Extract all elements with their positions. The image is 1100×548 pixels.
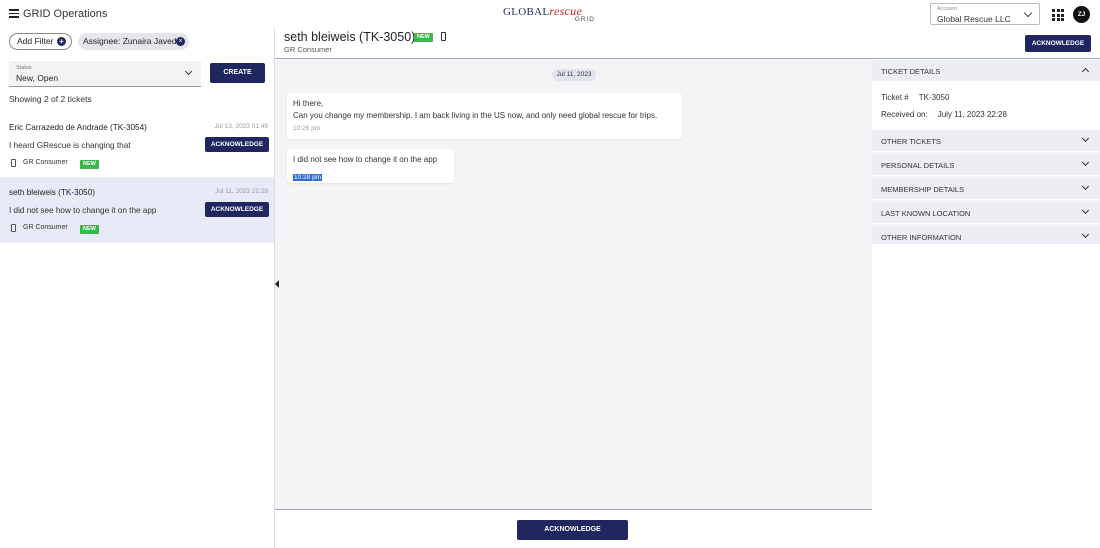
status-select[interactable]: Status New, Open (9, 61, 201, 87)
ticket-number-value: TK-3050 (918, 93, 950, 102)
new-badge: NEW (80, 160, 99, 169)
top-bar: GRID Operations GLOBALrescue GRID Accoun… (0, 0, 1100, 28)
chevron-down-icon (184, 67, 193, 76)
ticket-message: I heard GRescue is changing that (9, 141, 131, 150)
message-time: 10:26 pm (293, 125, 321, 132)
acknowledge-button[interactable]: ACKNOWLEDGE (1025, 35, 1091, 52)
section-membership-details[interactable]: MEMBERSHIP DETAILS (872, 178, 1100, 200)
conversation-footer: ACKNOWLEDGE (275, 509, 872, 548)
date-separator: Jul 11, 2023 (552, 69, 596, 81)
section-ticket-details[interactable]: TICKET DETAILS (872, 60, 1100, 82)
message-line: Hi there, (293, 99, 324, 108)
details-panel-empty (872, 244, 1100, 548)
add-filter-button[interactable]: Add Filter + (9, 33, 72, 50)
ticket-number-row: Ticket # TK-3050 (881, 93, 949, 102)
assignee-filter-chip[interactable]: Assignee: Zunaira Javed × (78, 33, 189, 50)
new-badge: NEW (414, 33, 433, 42)
chevron-down-icon (1081, 182, 1090, 191)
assignee-chip-label: Assignee: Zunaira Javed (83, 36, 177, 46)
phone-icon (441, 32, 446, 41)
received-on-label: Received on: (881, 110, 928, 119)
ticket-row[interactable]: Eric Carrazedo de Andrade (TK-3054) Jul … (0, 113, 274, 178)
app-title: GRID Operations (23, 8, 108, 20)
account-label: Account (937, 6, 957, 12)
account-select[interactable]: Account Global Rescue LLC (930, 3, 1040, 25)
global-rescue-logo: GLOBALrescue GRID (503, 4, 599, 26)
ticket-list-panel: Add Filter + Assignee: Zunaira Javed × S… (0, 28, 275, 548)
section-label: TICKET DETAILS (881, 67, 941, 76)
ticket-name: Eric Carrazedo de Andrade (TK-3054) (9, 123, 147, 132)
section-label: PERSONAL DETAILS (881, 161, 955, 170)
message-line: Can you change my membership. I am back … (293, 111, 658, 120)
account-value: Global Rescue LLC (937, 14, 1011, 24)
new-badge: NEW (80, 225, 99, 234)
section-label: OTHER INFORMATION (881, 233, 962, 242)
menu-icon[interactable] (9, 9, 19, 18)
chevron-down-icon (1023, 8, 1033, 18)
ticket-number-label: Ticket # (881, 93, 909, 102)
status-value: New, Open (16, 73, 59, 83)
add-filter-label: Add Filter (17, 36, 54, 46)
section-last-known-location[interactable]: LAST KNOWN LOCATION (872, 202, 1100, 224)
message-bubble: I did not see how to change it on the ap… (287, 149, 454, 183)
ticket-date: Jul 11, 2023 22:28 (214, 188, 268, 195)
acknowledge-button[interactable]: ACKNOWLEDGE (517, 520, 628, 540)
acknowledge-button[interactable]: ACKNOWLEDGE (205, 202, 269, 217)
status-label: Status (16, 65, 32, 71)
conversation-title: seth bleiweis (TK-3050) (284, 30, 416, 44)
chat-area[interactable]: Jul 11, 2023 Hi there, Can you change my… (275, 60, 872, 509)
phone-icon (11, 224, 16, 232)
plus-icon: + (57, 37, 66, 46)
section-label: LAST KNOWN LOCATION (881, 209, 971, 218)
received-on-value: July 11, 2023 22:28 (937, 110, 1007, 119)
section-other-tickets[interactable]: OTHER TICKETS (872, 130, 1100, 152)
conversation-subtitle: GR Consumer (284, 45, 332, 54)
ticket-date: Jul 13, 2023 01:49 (214, 123, 269, 130)
chevron-down-icon (1081, 158, 1090, 167)
acknowledge-button[interactable]: ACKNOWLEDGE (205, 137, 269, 152)
conversation-header: seth bleiweis (TK-3050) NEW GR Consumer … (275, 28, 1100, 59)
collapse-panel-icon[interactable] (275, 280, 279, 288)
chevron-down-icon (1081, 206, 1090, 215)
apps-grid-icon[interactable] (1052, 9, 1064, 21)
avatar[interactable]: ZJ (1073, 6, 1090, 23)
chevron-down-icon (1081, 134, 1090, 143)
details-panel: TICKET DETAILS Ticket # TK-3050 Received … (872, 60, 1100, 548)
ticket-details-body: Ticket # TK-3050 Received on: July 11, 202… (872, 82, 1100, 130)
message-bubble: Hi there, Can you change my membership. … (287, 93, 682, 139)
ticket-message: I did not see how to change it on the ap… (9, 206, 157, 215)
received-on-row: Received on: July 11, 2023 22:28 (881, 110, 1007, 119)
message-time: 10:28 pm (293, 174, 323, 181)
section-label: MEMBERSHIP DETAILS (881, 185, 965, 194)
logo-sub: GRID (574, 16, 595, 23)
ticket-source: GR Consumer (23, 159, 68, 166)
phone-icon (11, 159, 16, 167)
close-icon[interactable]: × (176, 37, 185, 46)
ticket-row[interactable]: seth bleiweis (TK-3050) Jul 11, 2023 22:… (0, 178, 274, 243)
message-line: I did not see how to change it on the ap… (293, 155, 438, 164)
section-label: OTHER TICKETS (881, 137, 941, 146)
create-button[interactable]: CREATE (210, 63, 265, 83)
chevron-up-icon (1081, 67, 1090, 76)
ticket-count: Showing 2 of 2 tickets (9, 94, 92, 104)
ticket-name: seth bleiweis (TK-3050) (9, 188, 96, 197)
section-personal-details[interactable]: PERSONAL DETAILS (872, 154, 1100, 176)
chevron-down-icon (1081, 230, 1090, 239)
logo-main-left: GLOBAL (503, 6, 550, 18)
ticket-source: GR Consumer (23, 224, 68, 231)
